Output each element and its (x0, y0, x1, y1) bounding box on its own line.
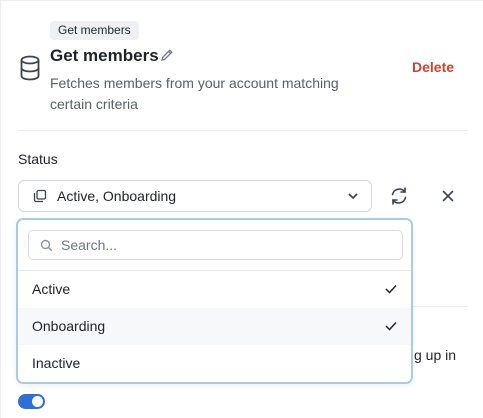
search-icon (40, 239, 53, 252)
database-icon (20, 55, 40, 81)
check-icon (385, 321, 397, 331)
background-divider (412, 306, 468, 307)
chevron-down-icon (348, 193, 358, 200)
option-label: Onboarding (32, 318, 106, 334)
search-field[interactable] (28, 230, 403, 260)
refresh-icon[interactable] (388, 185, 410, 207)
top-divider (0, 0, 483, 1)
close-icon[interactable] (440, 188, 456, 204)
check-icon (385, 284, 397, 294)
option-active[interactable]: Active (18, 271, 411, 308)
option-label: Active (32, 281, 71, 297)
block-tag: Get members (50, 21, 139, 40)
left-divider (0, 0, 1, 418)
status-select-value: Active, Onboarding (57, 188, 177, 204)
option-label: Inactive (32, 355, 81, 371)
section-divider (18, 130, 468, 131)
multi-select-icon (33, 189, 47, 203)
option-onboarding[interactable]: Onboarding (18, 308, 411, 345)
toggle-switch[interactable] (18, 394, 45, 409)
status-select[interactable]: Active, Onboarding (18, 180, 372, 212)
page: Get members Get members Delete Fetches m… (0, 0, 483, 418)
search-input[interactable] (61, 235, 391, 255)
background-text-fragment: g up in (414, 347, 457, 363)
status-label: Status (18, 151, 58, 167)
block-title: Get members (50, 46, 159, 65)
status-dropdown: Active Onboarding Inactive (16, 218, 413, 384)
pencil-icon[interactable] (160, 48, 174, 62)
toggle-knob (32, 396, 43, 407)
block-description: Fetches members from your account matchi… (50, 75, 339, 112)
delete-button[interactable]: Delete (406, 58, 460, 76)
option-inactive[interactable]: Inactive (18, 345, 411, 382)
